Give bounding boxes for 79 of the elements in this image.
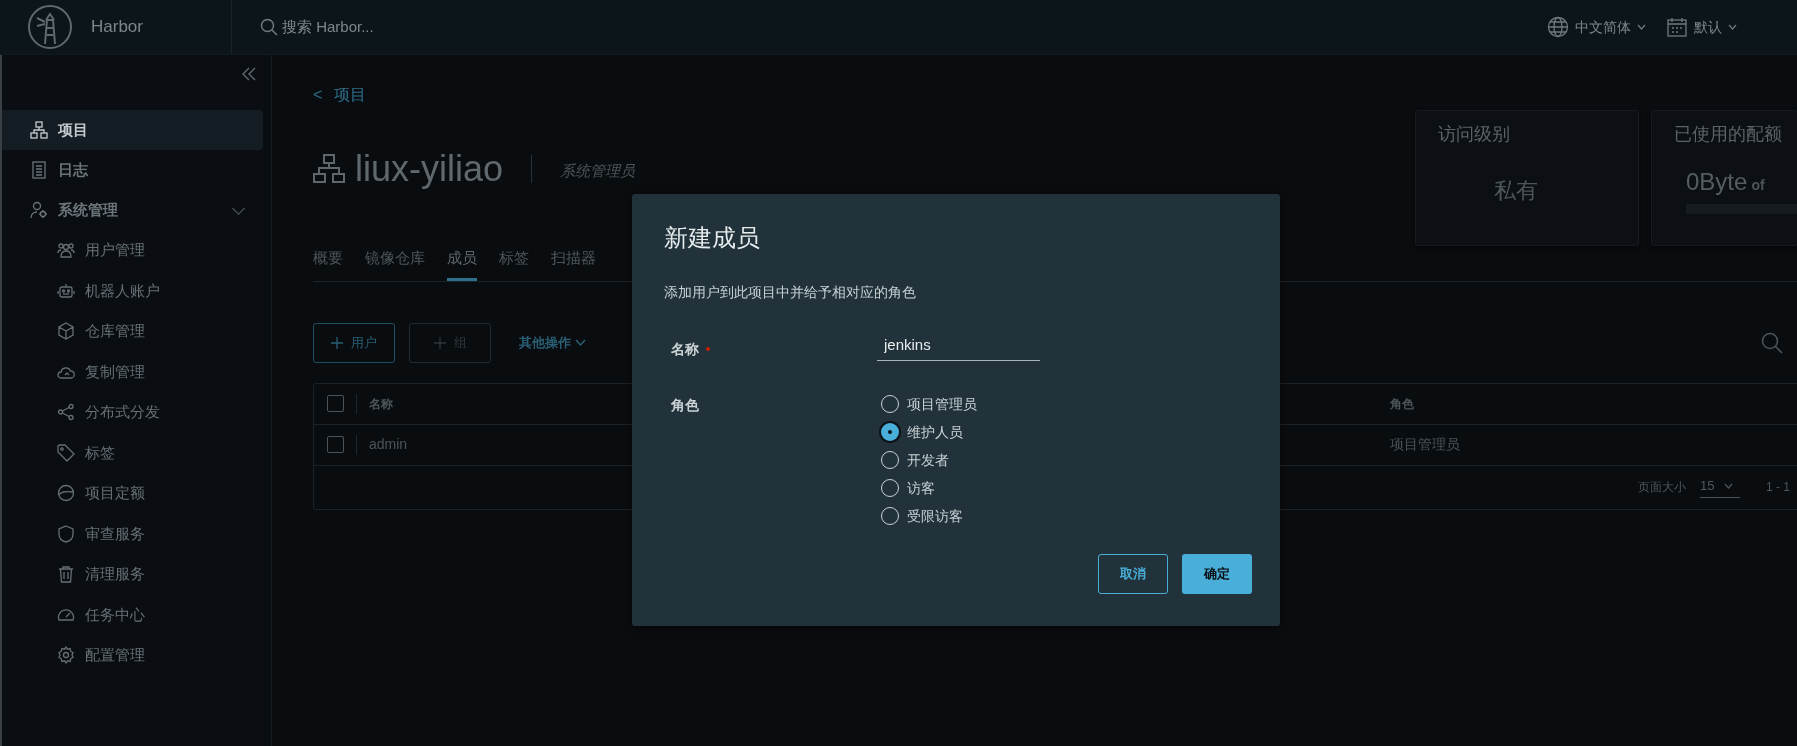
share-icon xyxy=(57,403,75,422)
gear-icon xyxy=(57,646,75,665)
dialog-description: 添加用户到此项目中并给予相对应的角色 xyxy=(664,283,917,302)
breadcrumb-link[interactable]: < 项目 xyxy=(313,83,1415,107)
sidebar-item[interactable]: 仓库管理 xyxy=(2,311,271,352)
tag-icon xyxy=(57,443,75,462)
sidebar-item[interactable]: 审查服务 xyxy=(2,513,271,554)
collapse-icon[interactable] xyxy=(241,67,257,81)
brand-name: Harbor xyxy=(91,16,143,39)
tab[interactable]: 成员 xyxy=(447,247,477,281)
field-label: 名称 xyxy=(670,340,700,359)
page-size-select[interactable]: 15 xyxy=(1700,475,1740,499)
search-icon xyxy=(260,18,278,36)
page-size-label: 页面大小 xyxy=(1638,479,1686,496)
calendar-icon xyxy=(1666,16,1688,38)
sidebar-item[interactable]: 机器人账户 xyxy=(2,270,271,311)
card-title: 访问级别 xyxy=(1438,123,1511,146)
trash-icon xyxy=(57,565,75,584)
table-cell-text: admin xyxy=(369,435,408,454)
sidebar-item[interactable]: 分布式分发 xyxy=(2,392,271,433)
search-icon[interactable] xyxy=(1761,331,1783,354)
radio-option[interactable]: 开发者 xyxy=(881,449,977,471)
caret-icon xyxy=(575,338,586,347)
quota-amount: 0Byte xyxy=(1686,167,1748,197)
plus-icon xyxy=(433,336,446,349)
sidebar-item[interactable]: 清理服务 xyxy=(2,554,271,595)
field-label: 角色 xyxy=(670,395,700,415)
checkbox[interactable] xyxy=(327,395,344,412)
tab[interactable]: 扫描器 xyxy=(551,247,596,281)
cube-icon xyxy=(57,322,75,341)
tab[interactable]: 标签 xyxy=(499,247,529,281)
robot-icon xyxy=(57,281,75,300)
plus-icon xyxy=(331,336,343,349)
radio-option[interactable]: 维护人员 xyxy=(881,421,977,443)
caret-icon xyxy=(1728,24,1737,30)
checkbox[interactable] xyxy=(327,436,344,453)
globe-icon xyxy=(1547,16,1569,38)
card-value: 私有 xyxy=(1494,177,1538,205)
document-icon xyxy=(30,161,48,179)
confirm-button[interactable]: 确定 xyxy=(1182,554,1252,594)
hierarchy-icon xyxy=(313,154,345,184)
language-menu[interactable]: 中文简体 xyxy=(1547,16,1646,38)
sidebar-item[interactable]: 配置管理 xyxy=(2,635,271,676)
shield-icon xyxy=(57,524,75,543)
pie-icon xyxy=(57,484,75,503)
more-actions-dropdown[interactable]: 其他操作 xyxy=(519,332,586,353)
theme-menu[interactable]: 默认 xyxy=(1666,16,1737,38)
sidebar-item[interactable]: 任务中心 xyxy=(2,594,271,635)
tab[interactable]: 镜像仓库 xyxy=(365,247,425,281)
card-title: 已使用的配额 xyxy=(1674,123,1783,146)
search-field[interactable]: 搜索 Harbor... xyxy=(282,15,482,39)
lighthouse-logo-icon xyxy=(27,4,73,50)
project-role: 系统管理员 xyxy=(560,160,636,181)
pagination-range: 1 - 1 xyxy=(1766,479,1790,496)
table-cell-text: 项目管理员 xyxy=(1390,435,1460,454)
hierarchy-icon xyxy=(30,121,48,139)
project-name: liux-yiliao xyxy=(355,151,504,187)
sidebar-item[interactable]: 项目 xyxy=(2,110,263,150)
sidebar-item[interactable]: 复制管理 xyxy=(2,351,271,392)
radio-option[interactable]: 访客 xyxy=(881,477,977,499)
sidebar-item[interactable]: 项目定额 xyxy=(2,473,271,514)
caret-icon xyxy=(1637,24,1646,30)
column-header: 角色 xyxy=(1390,395,1414,413)
dialog-title: 新建成员 xyxy=(664,223,761,253)
sidebar-item[interactable]: 用户管理 xyxy=(2,230,271,271)
cancel-button[interactable]: 取消 xyxy=(1098,554,1168,594)
radio-option[interactable]: 项目管理员 xyxy=(881,393,977,415)
add-button[interactable]: 用户 xyxy=(313,322,395,363)
caret-icon xyxy=(1724,482,1734,489)
sidebar-item[interactable]: 日志 xyxy=(2,150,263,190)
name-input[interactable]: jenkins xyxy=(877,334,1040,361)
sidebar-item[interactable]: 标签 xyxy=(2,432,271,473)
sidebar-item[interactable]: 系统管理 xyxy=(2,190,263,230)
column-header: 名称 xyxy=(369,395,393,413)
users-icon xyxy=(57,241,75,260)
tab[interactable]: 概要 xyxy=(313,247,343,281)
user-gear-icon xyxy=(30,201,48,219)
quota-of-label: of xyxy=(1751,176,1765,195)
radio-option[interactable]: 受限访客 xyxy=(881,505,977,527)
